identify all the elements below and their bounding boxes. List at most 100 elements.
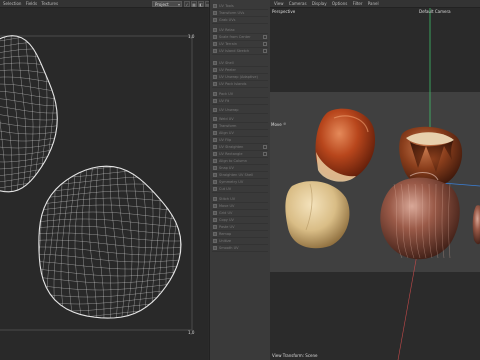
tool-label: UV Pack Islands (219, 82, 247, 86)
tool-item[interactable]: Scale from Center (212, 34, 268, 41)
menu-panel[interactable]: Panel (368, 0, 379, 7)
tool-label: UV Island Stretch (219, 49, 250, 53)
projection-dropdown[interactable]: Project ▾ (152, 1, 182, 7)
tool-item[interactable]: Snap UV (212, 165, 268, 172)
tool-item[interactable]: Grab UVs (212, 17, 268, 24)
uv-wireframe[interactable] (0, 8, 208, 360)
3d-viewport[interactable]: View Cameras Display Options Filter Pane… (270, 0, 480, 360)
tool-option-checkbox[interactable] (263, 35, 267, 39)
tool-item[interactable]: Move UV (212, 203, 268, 210)
view-name: Perspective (272, 9, 296, 14)
tool-label: UV Rectangle (219, 152, 243, 156)
tool-label: Pack UV (219, 92, 234, 96)
tool-option-checkbox[interactable] (263, 42, 267, 46)
tool-label: UV Unwrap (219, 108, 239, 112)
tool-item[interactable]: Stitch UV (212, 196, 268, 203)
checkbox-icon[interactable]: ✓ (184, 1, 190, 7)
tool-icon (213, 42, 217, 46)
tool-item[interactable]: UV Unwrap (212, 107, 268, 114)
tool-icon (213, 18, 217, 22)
tool-label: UV Fit (219, 99, 230, 103)
tool-label: Grid UV (219, 211, 233, 215)
tool-label: UV Terrain (219, 42, 237, 46)
tool-icon (213, 124, 217, 128)
tool-item[interactable]: UV Fit (212, 98, 268, 105)
grid-icon[interactable]: ▦ (191, 1, 197, 7)
tool-item[interactable]: UV Relax (212, 27, 268, 34)
tool-icon (213, 61, 217, 65)
camera-name[interactable]: Default Camera (419, 9, 451, 14)
pin-icon[interactable]: ⊕ (283, 121, 286, 126)
tool-item[interactable]: Remap (212, 231, 268, 238)
tool-icon (213, 11, 217, 15)
tool-item[interactable]: Grid UV (212, 210, 268, 217)
tool-item[interactable]: Weld UV (212, 116, 268, 123)
tool-item[interactable]: Smooth UV (212, 245, 268, 252)
tool-item[interactable]: UV Terrain (212, 41, 268, 48)
tool-icon (213, 197, 217, 201)
tool-item[interactable]: Transform UVs (212, 10, 268, 17)
tool-icon (213, 218, 217, 222)
tool-label: Paste UV (219, 225, 235, 229)
tool-option-checkbox[interactable] (263, 152, 267, 156)
tool-item[interactable]: Align to Column (212, 158, 268, 165)
menu-view[interactable]: View (274, 0, 284, 7)
tool-label: Remap (219, 232, 232, 236)
tool-label: UV Relax (219, 28, 235, 32)
tool-item[interactable]: UV Rectangle (212, 151, 268, 158)
menu-textures[interactable]: Textures (41, 0, 58, 7)
tool-item[interactable]: Pack UV (212, 91, 268, 98)
tool-label: Scale from Center (219, 35, 251, 39)
image-icon[interactable]: ◧ (198, 1, 204, 7)
uv-shell-left[interactable] (0, 8, 124, 231)
uv-canvas-area[interactable]: 1,0 1,0 (0, 8, 208, 360)
viewport-menubar: View Cameras Display Options Filter Pane… (270, 0, 480, 8)
tool-label: Copy UV (219, 218, 234, 222)
tool-label: UV Tools (219, 4, 234, 8)
tool-item[interactable]: Symmetry UV (212, 179, 268, 186)
tool-label: Cut UV (219, 187, 232, 191)
tool-item[interactable]: UV Straighten (212, 144, 268, 151)
tool-item[interactable]: UV Unwrap (Adaptive) (212, 74, 268, 81)
tool-icon (213, 68, 217, 72)
tool-item[interactable]: UV Tools (212, 3, 268, 10)
tool-item[interactable]: UV Shell (212, 60, 268, 67)
tool-label: UV Straighten (219, 145, 244, 149)
tool-item[interactable]: UV Pack Islands (212, 81, 268, 88)
tool-item[interactable]: Straighten UV Shell (212, 172, 268, 179)
tool-label: Unitize (219, 239, 232, 243)
tool-icon (213, 211, 217, 215)
tool-icon (213, 92, 217, 96)
menu-fields[interactable]: Fields (26, 0, 37, 7)
tool-icon (213, 4, 217, 8)
tool-item[interactable]: UV Island Stretch (212, 48, 268, 55)
tool-icon (213, 145, 217, 149)
tool-item[interactable]: Copy UV (212, 217, 268, 224)
hazelnut-peeled[interactable] (285, 181, 350, 249)
tool-icon (213, 131, 217, 135)
tool-item[interactable]: UV Flip (212, 137, 268, 144)
tool-label: Grab UVs (219, 18, 236, 22)
tool-label: UV Shell (219, 61, 234, 65)
uv-coord-top: 1,0 (188, 34, 195, 39)
menu-display[interactable]: Display (312, 0, 327, 7)
tool-item[interactable]: Cut UV (212, 186, 268, 193)
tool-item[interactable]: Unitize (212, 238, 268, 245)
tool-item[interactable]: Paste UV (212, 224, 268, 231)
tool-icon (213, 82, 217, 86)
tool-item[interactable]: Align UV (212, 130, 268, 137)
tool-icon (213, 166, 217, 170)
tool-icon (213, 99, 217, 103)
viewport-background-upper (270, 8, 480, 92)
tool-item[interactable]: Transform (212, 123, 268, 130)
tool-option-checkbox[interactable] (263, 145, 267, 149)
tool-item[interactable]: UV Peeler (212, 67, 268, 74)
tool-label: Align to Column (219, 159, 247, 163)
menu-cameras[interactable]: Cameras (289, 0, 307, 7)
menu-filter[interactable]: Filter (353, 0, 363, 7)
menu-options[interactable]: Options (332, 0, 347, 7)
viewport-canvas[interactable] (270, 0, 480, 360)
menu-selection[interactable]: Selection (3, 0, 21, 7)
viewport-background-lower (270, 272, 480, 360)
tool-option-checkbox[interactable] (263, 49, 267, 53)
